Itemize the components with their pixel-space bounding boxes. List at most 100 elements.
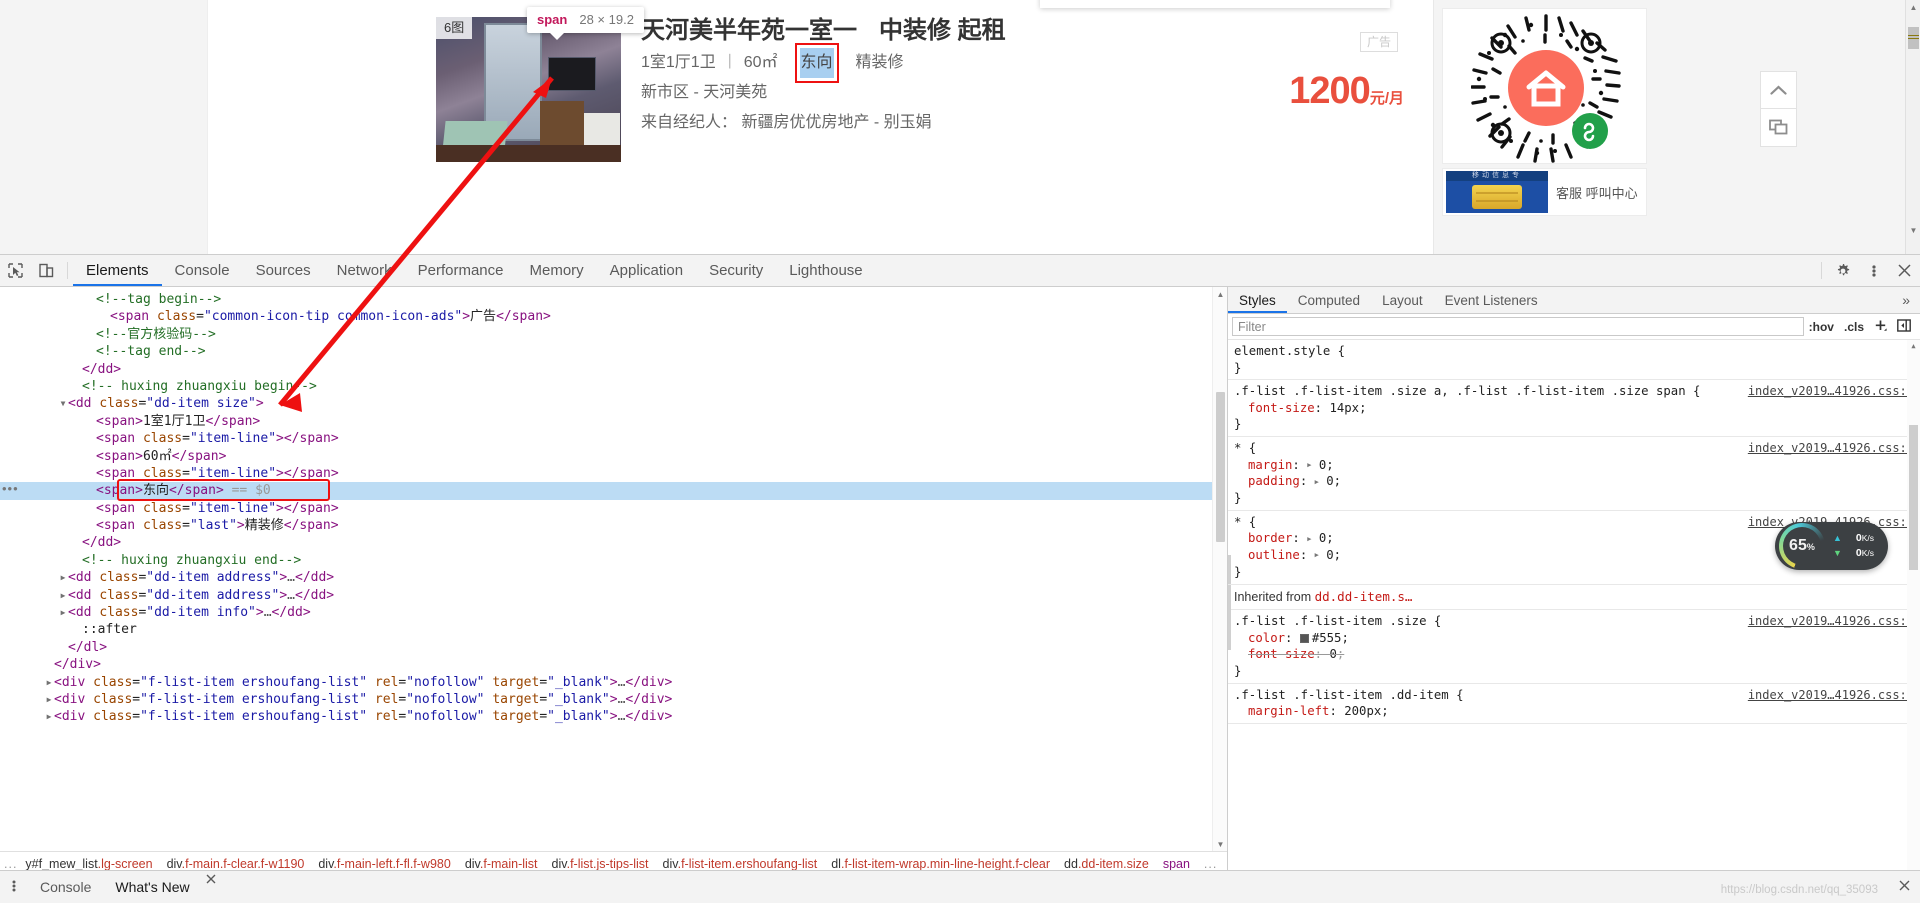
devtools-tab-elements[interactable]: Elements xyxy=(73,255,162,286)
cls-toggle[interactable]: .cls xyxy=(1839,320,1869,334)
devtools-tab-security[interactable]: Security xyxy=(696,255,776,286)
css-rule[interactable]: .f-list .f-list-item .size a, .f-list .f… xyxy=(1228,380,1920,437)
drawer-tab-console[interactable]: Console xyxy=(28,871,103,904)
network-speed-widget[interactable]: 65% ▲ 0K/s ▼ 0K/s xyxy=(1774,522,1888,570)
kefu-banner[interactable]: 移动信息专 客服 呼叫中心 xyxy=(1442,168,1647,216)
dom-node[interactable]: <!-- huxing zhuangxiu begin--> xyxy=(0,378,1227,395)
dom-node[interactable]: ▶ <div class="f-list-item ershoufang-list… xyxy=(0,708,1227,725)
breadcrumb-item[interactable]: dl.f-list-item-wrap.min-line-height.f-cl… xyxy=(831,857,1050,871)
breadcrumb-item[interactable]: y#f_mew_list.lg-screen xyxy=(25,857,152,871)
styles-tab-styles[interactable]: Styles xyxy=(1228,287,1287,313)
dom-node[interactable]: <span class="item-line"></span> xyxy=(0,465,1227,482)
styles-scrollbar[interactable]: ▲ ▼ xyxy=(1907,340,1920,903)
styles-tab-layout[interactable]: Layout xyxy=(1371,287,1434,313)
css-source-link[interactable]: index_v2019…41926.css:8 xyxy=(1748,440,1914,457)
expand-shorthand-icon[interactable]: ▶ xyxy=(1307,457,1311,474)
breadcrumb-item[interactable]: div.f-main-left.f-fl.f-w980 xyxy=(318,857,450,871)
toggle-sidebar-button[interactable] xyxy=(1892,318,1916,335)
dom-node[interactable]: ▼ <dd class="dd-item size"> xyxy=(0,395,1227,412)
breadcrumb-item[interactable]: div.f-main.f-clear.f-w1190 xyxy=(167,857,305,871)
devtools-tab-performance[interactable]: Performance xyxy=(405,255,517,286)
inherited-element[interactable]: dd.dd-item.s… xyxy=(1315,589,1413,604)
dom-node[interactable]: ▶ <div class="f-list-item ershoufang-list… xyxy=(0,674,1227,691)
styles-tab-event-listeners[interactable]: Event Listeners xyxy=(1434,287,1549,313)
expand-shorthand-icon[interactable]: ▶ xyxy=(1315,474,1319,491)
listing-title[interactable]: 天河美半年苑一室一 中装修 起租 xyxy=(641,14,1401,48)
expand-arrow-icon[interactable] xyxy=(86,500,96,517)
more-options-button[interactable] xyxy=(1858,255,1889,286)
css-source-link[interactable]: index_v2019…41926.css:8 xyxy=(1748,687,1914,704)
breadcrumb-item[interactable]: span xyxy=(1163,857,1190,871)
expand-arrow-icon[interactable] xyxy=(86,465,96,482)
css-rule[interactable]: .f-list .f-list-item .dd-item {index_v20… xyxy=(1228,684,1920,724)
dom-scroll-thumb[interactable] xyxy=(1216,392,1225,542)
breadcrumb-item[interactable]: div.f-list-item.ershoufang-list xyxy=(663,857,818,871)
expand-arrow-icon[interactable] xyxy=(86,448,96,465)
css-declaration[interactable]: font-size: 14px; xyxy=(1234,400,1920,417)
web-page-viewport[interactable]: 6图 天河美半年苑一室一 中装修 起租 1室1厅1卫丨 60㎡ 东向 精装修 新市区 -… xyxy=(0,0,1920,254)
dom-scroll-down[interactable]: ▼ xyxy=(1213,837,1227,851)
styles-tabs-overflow-button[interactable]: » xyxy=(1892,287,1920,313)
breadcrumb-item[interactable]: dd.dd-item.size xyxy=(1064,857,1149,871)
expand-arrow-icon[interactable]: ▶ xyxy=(44,708,54,725)
expand-arrow-icon[interactable] xyxy=(58,639,68,656)
drawer-more-button[interactable] xyxy=(0,879,28,896)
new-style-rule-button[interactable] xyxy=(1869,319,1892,335)
dom-node[interactable]: </dd> xyxy=(0,361,1227,378)
styles-scroll-thumb[interactable] xyxy=(1909,425,1918,570)
drawer-close-button[interactable] xyxy=(1899,878,1910,894)
expand-arrow-icon[interactable] xyxy=(86,413,96,430)
breadcrumb-item[interactable]: div.f-list.js-tips-list xyxy=(552,857,649,871)
dom-node[interactable]: <!--tag end--> xyxy=(0,343,1227,360)
css-declaration[interactable]: padding: ▶ 0; xyxy=(1234,473,1920,490)
dom-node[interactable]: <span class="last">精装修</span> xyxy=(0,517,1227,534)
styles-tab-computed[interactable]: Computed xyxy=(1287,287,1371,313)
dom-node[interactable]: <!--官方核验码--> xyxy=(0,326,1227,343)
dom-node[interactable]: <span>1室1厅1卫</span> xyxy=(0,413,1227,430)
expand-shorthand-icon[interactable]: ▶ xyxy=(1315,547,1319,564)
dom-node[interactable]: <span class="item-line"></span> xyxy=(0,500,1227,517)
css-source-link[interactable]: index_v2019…41926.css:8 xyxy=(1748,383,1914,400)
listing-thumbnail[interactable]: 6图 xyxy=(436,17,621,162)
dom-tree[interactable]: <!--tag begin--> <span class="common-ico… xyxy=(0,287,1227,726)
expand-arrow-icon[interactable] xyxy=(72,621,82,638)
expand-arrow-icon[interactable]: ▶ xyxy=(58,587,68,604)
css-selector[interactable]: element.style { xyxy=(1234,343,1920,360)
expand-arrow-icon[interactable] xyxy=(72,378,82,395)
device-toolbar-button[interactable] xyxy=(31,255,62,286)
expand-arrow-icon[interactable] xyxy=(44,656,54,673)
expand-arrow-icon[interactable]: ▶ xyxy=(58,604,68,621)
dom-node[interactable]: </dd> xyxy=(0,534,1227,551)
listing-district[interactable]: 新市区 - 天河美苑 xyxy=(641,78,1401,108)
expand-arrow-icon[interactable]: ▶ xyxy=(44,674,54,691)
settings-button[interactable] xyxy=(1827,255,1858,286)
hov-toggle[interactable]: :hov xyxy=(1804,320,1839,334)
dom-node[interactable]: <span>60㎡</span> xyxy=(0,448,1227,465)
dom-node-selected[interactable]: <span>东向</span> == $0 xyxy=(0,482,1227,500)
close-devtools-button[interactable] xyxy=(1889,255,1920,286)
drawer-tab-what-s-new[interactable]: What's New xyxy=(103,871,201,904)
dom-node[interactable]: </div> xyxy=(0,656,1227,673)
selected-node-dots[interactable]: ••• xyxy=(2,481,19,496)
devtools-tab-memory[interactable]: Memory xyxy=(517,255,597,286)
css-rule[interactable]: * {index_v2019…41926.css:8 margin: ▶ 0; pa… xyxy=(1228,437,1920,511)
expand-arrow-icon[interactable] xyxy=(86,517,96,534)
devtools-tab-console[interactable]: Console xyxy=(162,255,243,286)
expand-arrow-icon[interactable] xyxy=(100,308,110,325)
feedback-button[interactable] xyxy=(1760,109,1797,147)
dom-tree-container[interactable]: <!--tag begin--> <span class="common-ico… xyxy=(0,287,1227,851)
dom-node[interactable]: </dl> xyxy=(0,639,1227,656)
dom-tree-scrollbar[interactable]: ▲ ▼ xyxy=(1212,287,1227,851)
css-rule[interactable]: .f-list .f-list-item .size {index_v2019…… xyxy=(1228,610,1920,684)
dom-node[interactable]: ▶ <div class="f-list-item ershoufang-list… xyxy=(0,691,1227,708)
css-declaration[interactable]: color: #555; xyxy=(1234,630,1920,647)
expand-arrow-icon[interactable] xyxy=(72,552,82,569)
expand-arrow-icon[interactable] xyxy=(86,430,96,447)
devtools-tab-application[interactable]: Application xyxy=(597,255,696,286)
expand-arrow-icon[interactable] xyxy=(72,534,82,551)
dom-node[interactable]: ▶ <dd class="dd-item info">…</dd> xyxy=(0,604,1227,621)
expand-arrow-icon[interactable] xyxy=(86,326,96,343)
expand-arrow-icon[interactable] xyxy=(86,343,96,360)
scroll-to-top-button[interactable] xyxy=(1760,71,1797,109)
dom-scroll-up[interactable]: ▲ xyxy=(1213,287,1227,301)
